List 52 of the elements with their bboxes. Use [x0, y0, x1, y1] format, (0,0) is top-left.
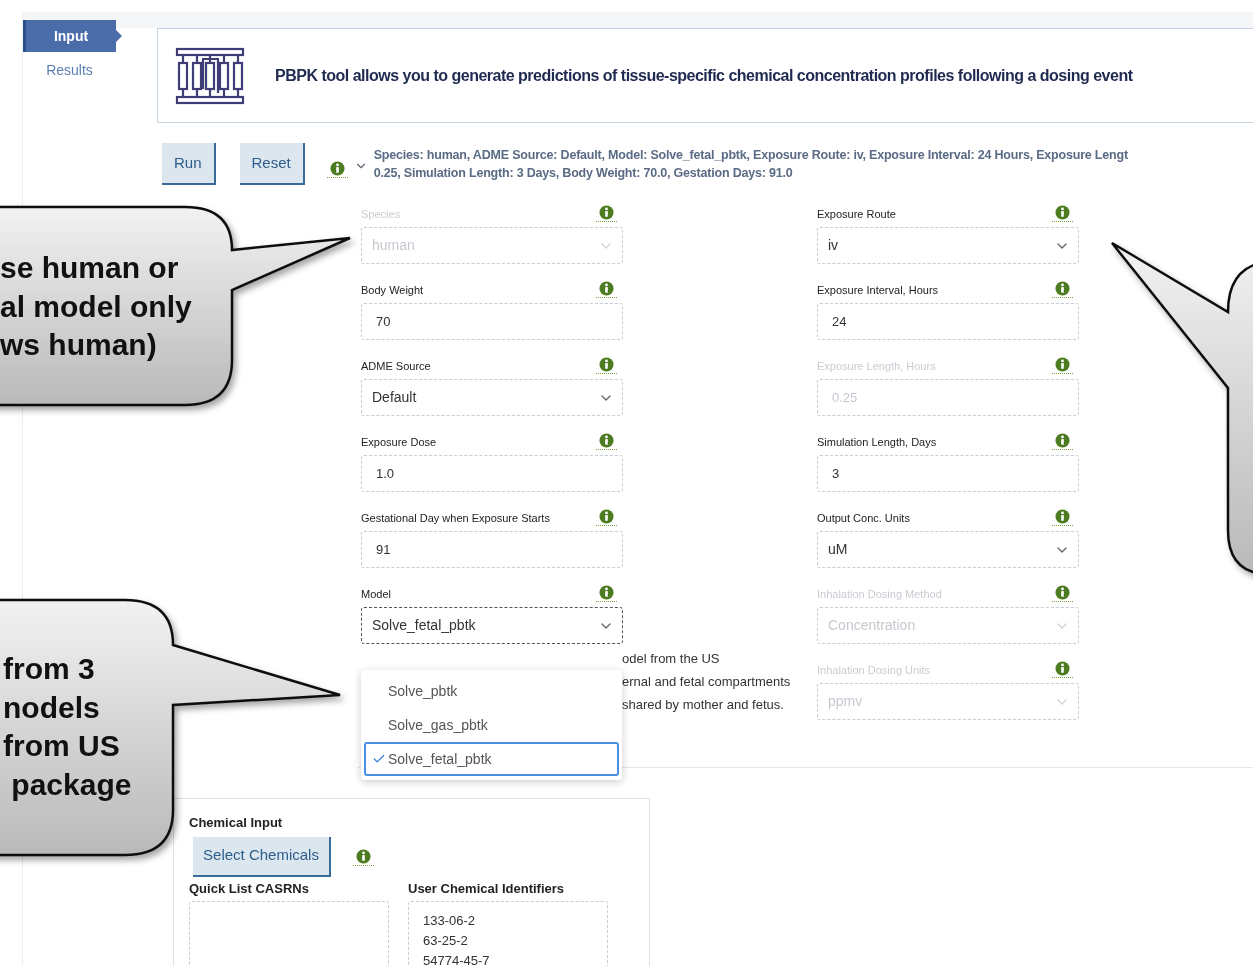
select-field[interactable]: iv — [817, 227, 1079, 264]
input-field[interactable]: 91 — [361, 531, 623, 568]
input-field[interactable]: 24 — [817, 303, 1079, 340]
text-area[interactable]: 133-06-2 63-25-2 54774-45-7 — [408, 901, 608, 966]
settings-summary: Species: human, ADME Source: Default, Model: Solve_fetal_pbtk, Exposure Route: iv, Exposure Interval: 24 Hours, Exposure Lengt 0.25, Simulation Length: 3 Days, Body Weight: 70.0, Gestation Days: 91.0 — [373, 147, 1128, 182]
info-icon[interactable] — [1052, 433, 1073, 450]
field-label: User Chemical Identifiers — [408, 879, 566, 898]
info-icon[interactable] — [596, 585, 617, 602]
field-label: Model — [361, 586, 391, 602]
select-field[interactable]: Solve_fetal_pbtk — [361, 607, 623, 644]
info-icon[interactable] — [596, 205, 617, 222]
info-icon[interactable] — [1052, 281, 1073, 298]
info-icon[interactable] — [596, 281, 617, 298]
info-icon[interactable] — [1052, 585, 1073, 602]
info-icon[interactable] — [1052, 205, 1073, 222]
field-label: Exposure Interval, Hours — [817, 282, 939, 298]
action-button[interactable]: Run — [162, 143, 216, 185]
check-icon — [372, 752, 386, 766]
field-label: Exposure Dose — [361, 434, 437, 450]
field-label: Output Conc. Units — [817, 510, 910, 526]
dropdown-option[interactable]: Solve_fetal_pbtk — [364, 742, 619, 776]
dropdown-option[interactable]: Solve_pbtk — [364, 674, 619, 708]
select-chemicals-button[interactable]: Select Chemicals — [193, 836, 331, 877]
field-label: Exposure Route — [817, 206, 896, 222]
info-icon[interactable] — [353, 848, 374, 866]
field-label: Simulation Length, Days — [817, 434, 937, 450]
action-button[interactable]: Reset — [239, 143, 305, 185]
dropdown-option[interactable]: Solve_gas_pbtk — [364, 708, 619, 742]
select-field[interactable]: uM — [817, 531, 1079, 568]
field-label: Quick List CASRNs — [189, 879, 310, 898]
callout-text: from 3 nodels from US package — [3, 651, 132, 803]
header-title: PBPK tool allows you to generate predictions of tissue-specific chemical concentration profiles following a dosing event — [275, 65, 1133, 86]
info-icon[interactable] — [596, 433, 617, 450]
select-field[interactable]: Default — [361, 379, 623, 416]
field-label: ADME Source — [361, 358, 431, 374]
callout-text: se human or al model only ws human) — [0, 250, 192, 363]
input-field[interactable]: 70 — [361, 303, 623, 340]
info-icon[interactable] — [1052, 661, 1073, 678]
input-field[interactable]: 3 — [817, 455, 1079, 492]
tab-pointer-icon — [116, 30, 122, 42]
section-title: Chemical Input — [189, 814, 284, 832]
info-icon[interactable] — [1052, 509, 1073, 526]
info-icon[interactable] — [596, 357, 617, 374]
input-field[interactable]: 1.0 — [361, 455, 623, 492]
info-icon[interactable] — [1052, 357, 1073, 374]
model-description: odel from the US ernal and fetal compartments shared by mother and fetus. — [622, 650, 791, 714]
field-label: Gestational Day when Exposure Starts — [361, 510, 550, 526]
sidebar-tab[interactable]: Results — [23, 54, 116, 86]
rack-icon — [175, 46, 245, 105]
field-label: Body Weight — [361, 282, 424, 298]
info-icon[interactable] — [596, 509, 617, 526]
info-icon[interactable] — [326, 161, 348, 178]
